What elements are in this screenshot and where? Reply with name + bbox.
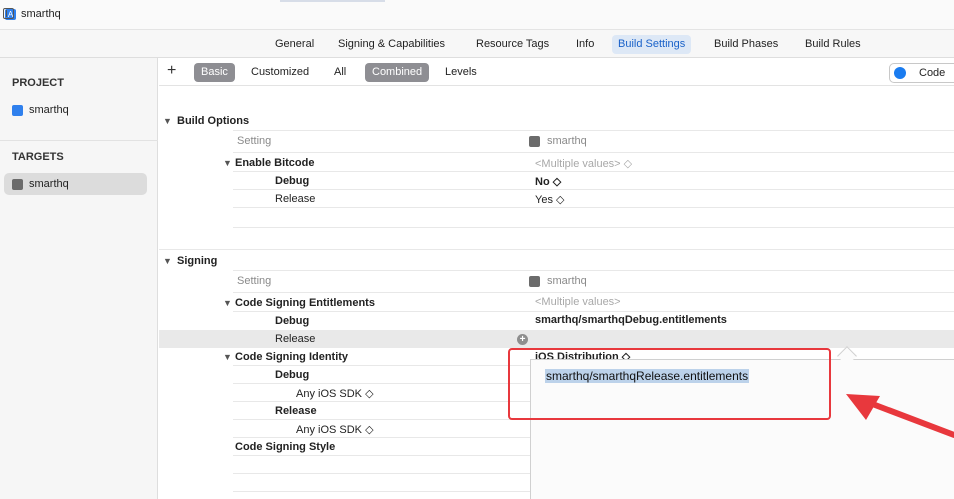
project-section-header: PROJECT xyxy=(12,77,64,89)
identity-release-label: Release xyxy=(275,405,317,417)
bitcode-release-value[interactable]: Yes ◇ xyxy=(535,193,564,206)
tab-build-rules[interactable]: Build Rules xyxy=(799,35,867,54)
identity-debug-label: Debug xyxy=(275,369,310,381)
tab-info[interactable]: Info xyxy=(570,35,600,54)
enable-bitcode-value[interactable]: <Multiple values> ◇ xyxy=(535,157,632,170)
identity-debug-sdk[interactable]: Any iOS SDK ◇ xyxy=(296,387,374,400)
sidebar-item-target-selected[interactable] xyxy=(4,173,147,195)
divider xyxy=(233,171,954,172)
project-navigator xyxy=(0,58,158,499)
filter-all-button[interactable]: All xyxy=(327,63,353,82)
title-bar-highlight xyxy=(280,0,385,2)
bitcode-release-label: Release xyxy=(275,193,316,205)
filter-icon xyxy=(894,67,906,79)
signing-title: Signing xyxy=(177,255,218,267)
divider xyxy=(233,437,530,438)
entitlements-multiple-value[interactable]: <Multiple values> xyxy=(535,296,621,308)
annotation-arrow-icon xyxy=(846,394,954,438)
sidebar-item-project[interactable]: smarthq xyxy=(29,104,69,116)
divider xyxy=(233,419,530,420)
divider xyxy=(233,473,530,474)
entitlements-release-label: Release xyxy=(275,333,316,345)
tab-build-settings[interactable]: Build Settings xyxy=(612,35,692,54)
code-signing-style-label: Code Signing Style xyxy=(235,441,336,453)
signing-disclosure-icon[interactable]: ▼ xyxy=(163,256,172,266)
title-bar xyxy=(0,0,954,30)
tab-general[interactable]: General xyxy=(269,35,320,54)
tab-signing-capabilities[interactable]: Signing & Capabilities xyxy=(332,35,451,54)
target-column-icon xyxy=(529,136,540,147)
enable-bitcode-label: Enable Bitcode xyxy=(235,157,315,169)
divider xyxy=(233,491,530,492)
divider xyxy=(233,130,954,131)
bitcode-debug-value[interactable]: No ◇ xyxy=(535,175,561,188)
filter-basic-button[interactable]: Basic xyxy=(194,63,235,82)
divider xyxy=(233,365,530,366)
filter-combined-button[interactable]: Combined xyxy=(365,63,430,82)
tab-build-phases[interactable]: Build Phases xyxy=(708,35,784,54)
sidebar-divider xyxy=(0,140,158,141)
search-filter-label: Code xyxy=(919,67,946,79)
entitlements-disclosure-icon[interactable]: ▼ xyxy=(223,298,232,308)
divider xyxy=(233,270,954,271)
divider xyxy=(233,383,530,384)
code-signing-identity-label: Code Signing Identity xyxy=(235,351,349,363)
divider xyxy=(233,311,954,312)
filter-customized-button[interactable]: Customized xyxy=(244,63,316,82)
entitlements-debug-value[interactable]: smarthq/smarthqDebug.entitlements xyxy=(535,314,727,326)
setting-column-header: Setting xyxy=(237,275,272,287)
code-signing-entitlements-label: Code Signing Entitlements xyxy=(235,297,375,309)
target-column-header: smarthq xyxy=(547,275,587,287)
targets-section-header: TARGETS xyxy=(12,151,64,163)
divider xyxy=(233,455,530,456)
target-column-header: smarthq xyxy=(547,135,587,147)
sidebar-item-target[interactable]: smarthq xyxy=(29,178,69,190)
divider xyxy=(233,152,954,153)
identity-disclosure-icon[interactable]: ▼ xyxy=(223,352,232,362)
sidebar-toggle-icon[interactable] xyxy=(3,8,14,19)
entitlements-debug-label: Debug xyxy=(275,315,310,327)
target-column-icon xyxy=(529,276,540,287)
divider xyxy=(233,227,954,228)
setting-column-header: Setting xyxy=(237,135,272,147)
target-icon xyxy=(12,179,23,190)
divider xyxy=(233,292,954,293)
divider xyxy=(233,401,530,402)
window-title: smarthq xyxy=(21,8,61,20)
project-icon xyxy=(12,105,23,116)
bitcode-debug-label: Debug xyxy=(275,175,310,187)
add-setting-button[interactable]: + xyxy=(167,62,176,80)
build-options-title: Build Options xyxy=(177,115,250,127)
build-options-disclosure-icon[interactable]: ▼ xyxy=(163,116,172,126)
enable-bitcode-disclosure-icon[interactable]: ▼ xyxy=(223,158,232,168)
filter-levels-button[interactable]: Levels xyxy=(438,63,484,82)
section-divider xyxy=(159,249,954,250)
annotation-highlight-box xyxy=(508,348,831,420)
divider xyxy=(233,189,954,190)
divider xyxy=(233,207,954,208)
tab-resource-tags[interactable]: Resource Tags xyxy=(470,35,555,54)
add-condition-icon[interactable]: + xyxy=(517,334,528,345)
identity-release-sdk[interactable]: Any iOS SDK ◇ xyxy=(296,423,374,436)
